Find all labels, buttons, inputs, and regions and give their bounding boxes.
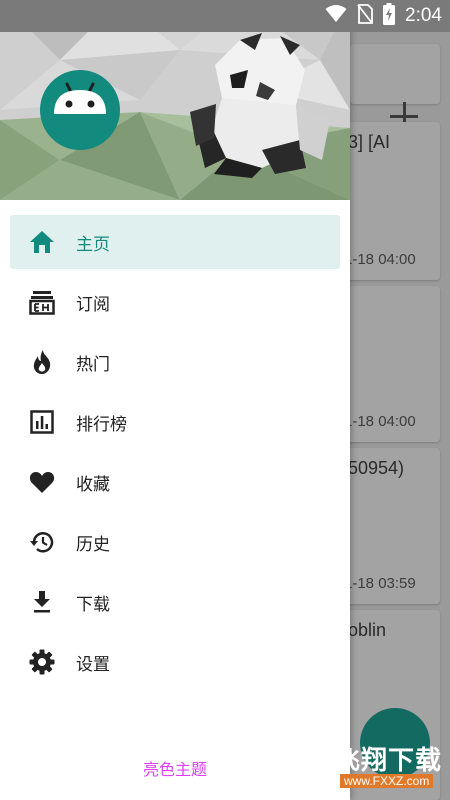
- menu-item-label: 历史: [76, 534, 110, 555]
- menu-item-label: 排行榜: [76, 414, 127, 435]
- menu-item-download[interactable]: 下载: [0, 572, 350, 632]
- menu-item-leaderboard[interactable]: 排行榜: [0, 392, 350, 452]
- menu-item-subscription[interactable]: 订阅: [0, 272, 350, 332]
- menu-item-settings[interactable]: 设置: [0, 632, 350, 692]
- status-time: 2:04: [405, 5, 442, 26]
- menu-item-home[interactable]: 主页: [0, 212, 350, 272]
- background-card: 50954) 1-18 03:59: [340, 448, 440, 604]
- menu-item-label: 下载: [76, 594, 110, 615]
- menu-item-label: 收藏: [76, 474, 110, 495]
- navigation-drawer: 主页 订阅 热门 排行榜 收藏 历史 下载 设置 亮色主题: [0, 0, 350, 800]
- heart-icon: [27, 467, 57, 497]
- watermark-text: 飞翔下载: [334, 746, 443, 776]
- download-icon: [27, 587, 57, 617]
- menu-item-history[interactable]: 历史: [0, 512, 350, 572]
- background-card: 3] [AI 1-18 04:00: [340, 122, 440, 280]
- background-card-date: 1-18 04:00: [344, 413, 416, 430]
- watermark-logo-icon: [284, 736, 336, 788]
- watermark: 飞翔下载 www.FXXZ.com: [280, 730, 445, 794]
- menu-item-popular[interactable]: 热门: [0, 332, 350, 392]
- background-toolbar: [350, 44, 440, 130]
- fire-icon: [27, 347, 57, 377]
- menu-item-label: 订阅: [76, 294, 110, 315]
- status-bar: 2:04: [0, 0, 450, 32]
- background-card: 1-18 04:00: [340, 286, 440, 442]
- background-card-date: 1-18 03:59: [344, 575, 416, 592]
- history-icon: [27, 527, 57, 557]
- no-sim-icon: [357, 4, 373, 28]
- background-card-date: 1-18 04:00: [344, 251, 416, 268]
- android-icon: [54, 82, 106, 114]
- gear-icon: [27, 647, 57, 677]
- home-icon: [27, 227, 57, 257]
- menu-item-label: 热门: [76, 354, 110, 375]
- avatar[interactable]: [40, 70, 120, 150]
- menu-item-label: 主页: [76, 234, 110, 255]
- background-card-title: 3] [AI: [348, 132, 391, 152]
- chart-icon: [27, 407, 57, 437]
- watermark-url: www.FXXZ.com: [340, 774, 434, 788]
- background-card-title: 50954): [348, 458, 405, 478]
- menu-item-favorites[interactable]: 收藏: [0, 452, 350, 512]
- wifi-icon: [325, 5, 347, 27]
- menu-item-label: 设置: [76, 654, 110, 675]
- background-card-title: oblin: [348, 620, 387, 640]
- battery-charging-icon: [383, 3, 396, 29]
- drawer-menu: 主页 订阅 热门 排行榜 收藏 历史 下载 设置: [0, 212, 350, 692]
- subscription-icon: [27, 287, 57, 317]
